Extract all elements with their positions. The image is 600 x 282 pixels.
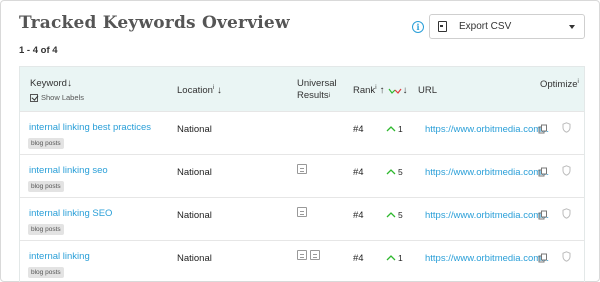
label-tag[interactable]: blog posts — [28, 267, 64, 278]
trend-up-icon — [386, 212, 396, 218]
url-link[interactable]: https://www.orbitmedia.com... — [425, 167, 549, 178]
sort-up-icon[interactable]: ↑ — [380, 85, 385, 96]
rank-value: #4 — [353, 210, 364, 221]
trend-up-icon — [386, 169, 396, 175]
shield-icon[interactable] — [562, 122, 571, 133]
location-value: National — [177, 210, 212, 221]
column-url: URL — [418, 85, 438, 96]
info-superscript: i — [577, 79, 579, 85]
rank-value: #4 — [353, 124, 364, 135]
info-superscript: i — [328, 93, 331, 99]
universal-result-icon[interactable] — [297, 250, 307, 260]
copy-icon[interactable] — [538, 210, 548, 220]
universal-results — [297, 250, 320, 260]
sort-down-icon[interactable]: ↓ — [217, 85, 222, 96]
caret-down-icon — [569, 25, 575, 29]
column-optimize: Optimizei — [540, 79, 579, 90]
table-row: internal linking blog posts National #4 1 htt… — [20, 240, 584, 282]
shield-icon[interactable] — [562, 165, 571, 176]
url-link[interactable]: https://www.orbitmedia.com... — [425, 253, 549, 264]
keyword-link[interactable]: internal linking best practices — [29, 122, 151, 133]
copy-icon[interactable] — [538, 124, 548, 134]
document-icon — [438, 21, 447, 32]
column-location-label: Location — [177, 85, 213, 96]
trend-up-icon — [386, 255, 396, 261]
universal-result-icon[interactable] — [310, 250, 320, 260]
column-location[interactable]: Locationi ↓ — [177, 85, 222, 96]
rank-change-value: 1 — [398, 124, 403, 134]
export-csv-dropdown[interactable]: Export CSV — [429, 14, 585, 39]
label-tag[interactable]: blog posts — [28, 138, 64, 149]
url-link[interactable]: https://www.orbitmedia.com... — [425, 124, 549, 135]
keyword-link[interactable]: internal linking — [29, 251, 90, 262]
label-tag[interactable]: blog posts — [28, 224, 64, 235]
shield-icon[interactable] — [562, 251, 571, 262]
column-rank[interactable]: Rank i ↑ ↓ — [353, 85, 408, 96]
url-link[interactable]: https://www.orbitmedia.com... — [425, 210, 549, 221]
show-labels-toggle[interactable]: Show Labels — [30, 93, 84, 102]
keyword-link[interactable]: internal linking SEO — [29, 208, 112, 219]
table-row: internal linking SEO blog posts National #4… — [20, 197, 584, 240]
location-value: National — [177, 124, 212, 135]
label-tag[interactable]: blog posts — [28, 181, 64, 192]
rank-value: #4 — [353, 167, 364, 178]
rank-change: 5 — [386, 167, 403, 177]
results-count: 1 - 4 of 4 — [19, 45, 58, 56]
column-keyword[interactable]: Keyword↓ — [30, 78, 72, 89]
sort-down-icon[interactable]: ↓ — [403, 85, 408, 96]
shield-icon[interactable] — [562, 208, 571, 219]
universal-result-icon[interactable] — [297, 207, 307, 217]
trend-zigzag-icon[interactable] — [388, 87, 402, 95]
table-row: internal linking best practices blog post… — [20, 111, 584, 154]
location-value: National — [177, 167, 212, 178]
column-results-label: Results — [297, 90, 329, 101]
copy-icon[interactable] — [538, 253, 548, 263]
page-title: Tracked Keywords Overview — [19, 13, 290, 33]
export-label: Export CSV — [459, 21, 512, 32]
universal-results — [297, 207, 307, 217]
rank-change-value: 1 — [398, 253, 403, 263]
keywords-table: Keyword↓ Show Labels Locationi ↓ Univers… — [19, 66, 585, 282]
panel: Tracked Keywords Overview 1 - 4 of 4 i E… — [0, 0, 600, 282]
info-superscript: i — [375, 85, 377, 91]
universal-result-icon[interactable] — [297, 164, 307, 174]
sort-down-icon[interactable]: ↓ — [67, 78, 72, 89]
universal-results — [297, 164, 307, 174]
column-universal-results[interactable]: Universal Resultsi — [297, 78, 337, 102]
table-row: internal linking seo blog posts National #4… — [20, 154, 584, 197]
column-rank-label: Rank — [353, 85, 376, 96]
column-keyword-label: Keyword — [30, 78, 67, 89]
info-superscript: i — [212, 85, 215, 91]
rank-change-value: 5 — [398, 167, 403, 177]
info-icon[interactable]: i — [412, 21, 424, 33]
checkbox-icon[interactable] — [30, 93, 38, 102]
rank-change: 1 — [386, 253, 403, 263]
keyword-link[interactable]: internal linking seo — [29, 165, 108, 176]
rank-change: 5 — [386, 210, 403, 220]
rank-change: 1 — [386, 124, 403, 134]
rank-value: #4 — [353, 253, 364, 264]
rank-change-value: 5 — [398, 210, 403, 220]
column-optimize-label: Optimize — [540, 79, 578, 90]
trend-up-icon — [386, 126, 396, 132]
column-universal-label: Universal — [297, 78, 337, 89]
table-header: Keyword↓ Show Labels Locationi ↓ Univers… — [20, 67, 584, 111]
copy-icon[interactable] — [538, 167, 548, 177]
show-labels-label: Show Labels — [41, 93, 84, 102]
location-value: National — [177, 253, 212, 264]
